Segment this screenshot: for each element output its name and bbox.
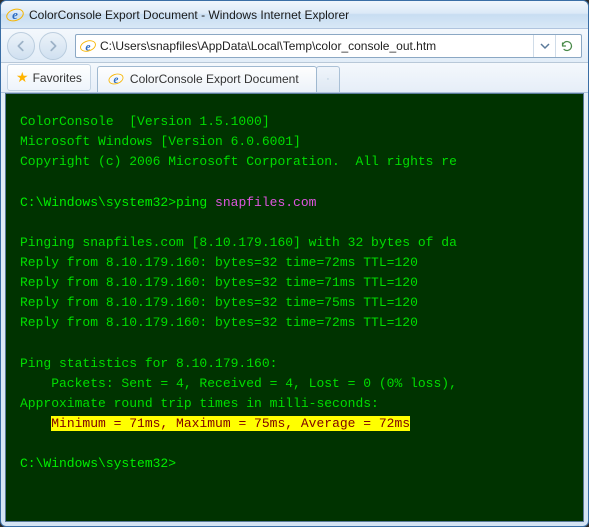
- ping-reply-2: Reply from 8.10.179.160: bytes=32 time=7…: [20, 275, 418, 290]
- prompt-1-cmd: ping: [176, 195, 215, 210]
- ie-icon: e: [7, 7, 23, 23]
- console-banner-3: Copyright (c) 2006 Microsoft Corporation…: [20, 154, 457, 169]
- tab-page-icon: e: [108, 71, 124, 87]
- ping-reply-4: Reply from 8.10.179.160: bytes=32 time=7…: [20, 315, 418, 330]
- ping-stats-2: Packets: Sent = 4, Received = 4, Lost = …: [20, 376, 457, 391]
- new-tab-button[interactable]: [316, 66, 340, 92]
- forward-button[interactable]: [39, 32, 67, 60]
- page-content: ColorConsole [Version 1.5.1000] Microsof…: [5, 93, 584, 522]
- favorites-bar: ★ Favorites e ColorConsole Export Docume…: [1, 63, 588, 93]
- tab-title: ColorConsole Export Document: [130, 72, 299, 86]
- prompt-1-path: C:\Windows\system32>: [20, 195, 176, 210]
- browser-window: e ColorConsole Export Document - Windows…: [0, 0, 589, 527]
- address-bar[interactable]: e: [75, 34, 582, 58]
- ping-stats-4-prefix: [20, 416, 51, 431]
- chevron-down-icon: [540, 41, 550, 51]
- refresh-icon: [561, 40, 573, 52]
- ping-reply-1: Reply from 8.10.179.160: bytes=32 time=7…: [20, 255, 418, 270]
- address-dropdown-button[interactable]: [533, 35, 555, 57]
- ping-stats-1: Ping statistics for 8.10.179.160:: [20, 356, 277, 371]
- ping-stats-highlight: Minimum = 71ms, Maximum = 75ms, Average …: [51, 416, 410, 431]
- favorites-label: Favorites: [33, 71, 82, 85]
- tab-strip: e ColorConsole Export Document: [97, 64, 340, 92]
- console-banner-1: ColorConsole [Version 1.5.1000]: [20, 114, 270, 129]
- back-arrow-icon: [14, 39, 28, 53]
- window-title: ColorConsole Export Document - Windows I…: [29, 8, 349, 22]
- star-icon: ★: [16, 69, 29, 86]
- tab-active[interactable]: e ColorConsole Export Document: [97, 66, 317, 92]
- page-icon: e: [80, 38, 96, 54]
- ping-reply-3: Reply from 8.10.179.160: bytes=32 time=7…: [20, 295, 418, 310]
- blank-tab-icon: [327, 74, 329, 84]
- refresh-button[interactable]: [555, 35, 577, 57]
- forward-arrow-icon: [46, 39, 60, 53]
- nav-bar: e: [1, 29, 588, 63]
- favorites-button[interactable]: ★ Favorites: [7, 64, 91, 91]
- ping-header: Pinging snapfiles.com [8.10.179.160] wit…: [20, 235, 457, 250]
- back-button[interactable]: [7, 32, 35, 60]
- console-banner-2: Microsoft Windows [Version 6.0.6001]: [20, 134, 301, 149]
- address-input[interactable]: [100, 39, 533, 53]
- ping-stats-3: Approximate round trip times in milli-se…: [20, 396, 379, 411]
- prompt-2-path: C:\Windows\system32>: [20, 456, 176, 471]
- prompt-1-host: snapfiles.com: [215, 195, 316, 210]
- title-bar[interactable]: e ColorConsole Export Document - Windows…: [1, 1, 588, 29]
